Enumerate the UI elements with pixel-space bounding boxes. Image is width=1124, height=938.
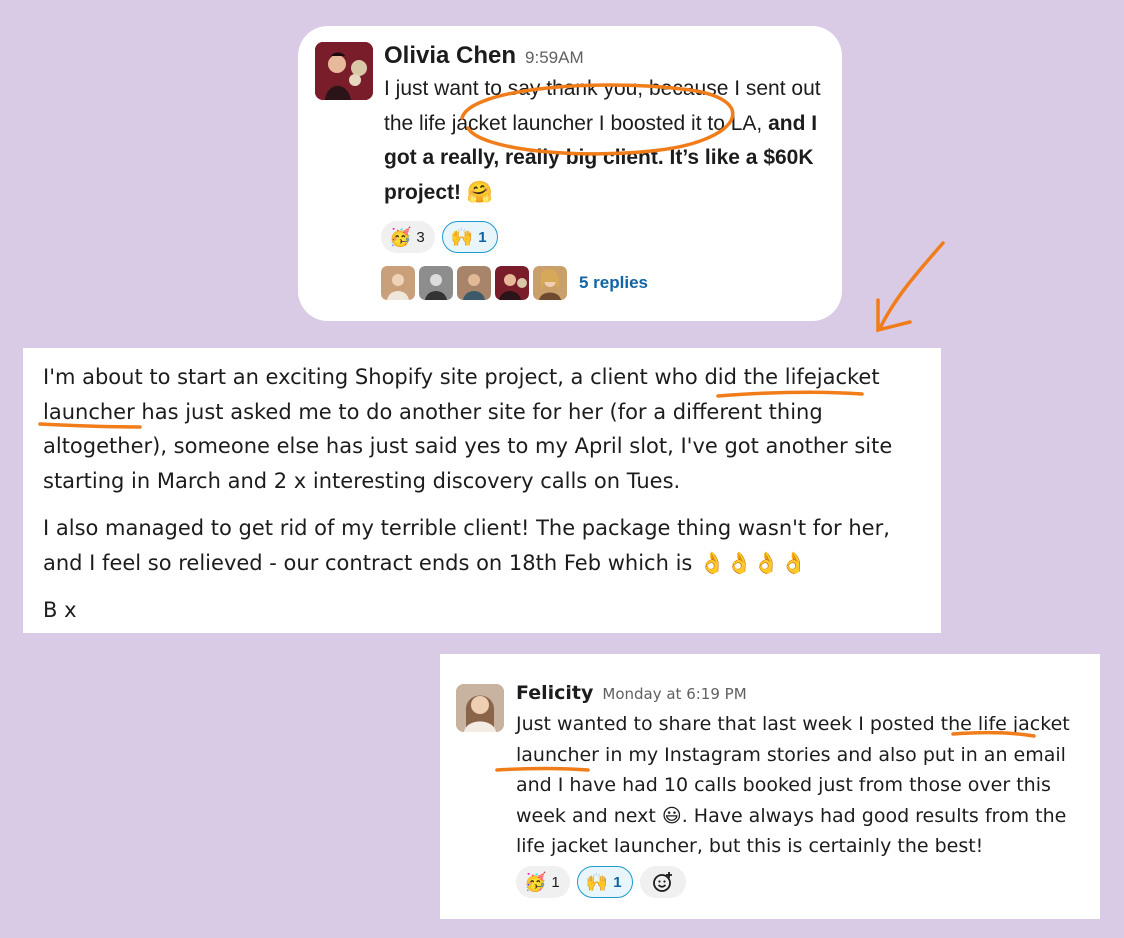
avatar[interactable] — [456, 684, 504, 732]
reaction-bar: 🥳 1 🙌 1 — [516, 866, 686, 898]
replies-link[interactable]: 5 replies — [579, 273, 648, 293]
timestamp[interactable]: 9:59AM — [525, 48, 584, 68]
reaction-bar: 🥳 3 🙌 1 — [381, 221, 498, 253]
message-card-felicity: Felicity Monday at 6:19 PM Just wanted t… — [440, 654, 1100, 919]
author-name[interactable]: Olivia Chen — [384, 42, 516, 70]
raised-hands-icon: 🙌 — [450, 227, 474, 247]
message-card-quote: I'm about to start an exciting Shopify s… — [23, 348, 941, 633]
quote-text: I'm about to start an exciting Shopify s… — [43, 360, 928, 641]
reaction-party[interactable]: 🥳 1 — [516, 866, 570, 898]
party-face-icon: 🥳 — [524, 872, 547, 892]
add-emoji-icon — [652, 872, 672, 892]
reaction-party[interactable]: 🥳 3 — [381, 221, 435, 253]
message-card-olivia: Olivia Chen 9:59AM I just want to say th… — [298, 26, 842, 321]
message-text-part: I just want to say thank you, because I … — [384, 77, 821, 135]
paragraph: I'm about to start an exciting Shopify s… — [43, 365, 893, 493]
reply-avatar — [457, 266, 491, 300]
reply-avatar — [419, 266, 453, 300]
message-header: Felicity Monday at 6:19 PM — [516, 682, 747, 704]
reaction-raised-hands[interactable]: 🙌 1 — [576, 866, 633, 898]
annotation-arrow — [878, 241, 945, 330]
reaction-count: 1 — [478, 228, 487, 246]
author-name[interactable]: Felicity — [516, 682, 593, 704]
add-reaction-button[interactable] — [639, 866, 686, 898]
reply-avatar — [381, 266, 415, 300]
reply-avatar — [495, 266, 529, 300]
signoff: B x — [43, 598, 77, 622]
avatar[interactable] — [315, 42, 373, 100]
smiley-emoji: 😃 — [661, 804, 682, 827]
raised-hands-icon: 🙌 — [585, 872, 609, 892]
reaction-count: 1 — [551, 873, 560, 891]
message-header: Olivia Chen 9:59AM — [384, 42, 584, 70]
reaction-count: 1 — [613, 873, 622, 891]
thread-replies[interactable]: 5 replies — [381, 266, 648, 300]
reply-avatar — [533, 266, 567, 300]
party-face-icon: 🥳 — [389, 227, 412, 247]
reaction-count: 3 — [416, 228, 425, 246]
paragraph: I also managed to get rid of my terrible… — [43, 511, 928, 580]
hug-emoji: 🤗 — [466, 180, 493, 204]
ok-hand-emoji-row: 👌👌👌👌 — [699, 550, 808, 575]
message-text: I just want to say thank you, because I … — [384, 72, 829, 210]
annotation-arrowhead — [876, 298, 912, 333]
message-text: Just wanted to share that last week I po… — [516, 709, 1086, 862]
timestamp[interactable]: Monday at 6:19 PM — [602, 685, 746, 703]
reaction-raised-hands[interactable]: 🙌 1 — [441, 221, 498, 253]
